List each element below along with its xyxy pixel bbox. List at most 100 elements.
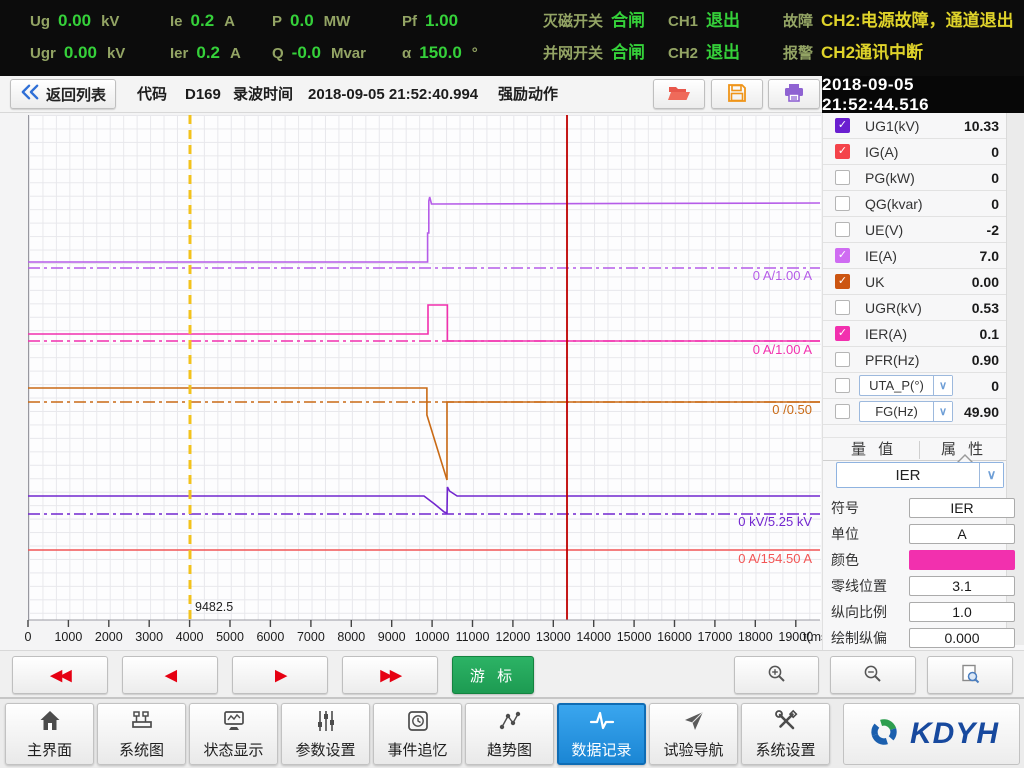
x-axis-tick-label: 5000 (216, 630, 244, 644)
trace-IE (28, 197, 820, 262)
signal-name-dropdown[interactable]: FG(Hz)∨ (859, 401, 953, 422)
signal-checkbox[interactable]: ✓ (835, 118, 850, 133)
property-input[interactable]: 3.1 (909, 576, 1015, 596)
nav-button-3[interactable]: 状态显示 (189, 703, 278, 765)
nav-button-label: 系统设置 (755, 739, 815, 760)
app-window: Ug0.00kVUgr0.00kVIe0.2AIer0.2AP0.0MWQ-0.… (0, 0, 1024, 768)
nav-button-5[interactable]: 事件追忆 (373, 703, 462, 765)
x-axis-tick-label: 6000 (256, 630, 284, 644)
record-time-value: 2018-09-05 21:52:40.994 (308, 76, 478, 113)
nav-button-1[interactable]: 主界面 (5, 703, 94, 765)
cursor-value-label: 9482.5 (195, 600, 233, 614)
topbar-group-meas-1: Ie0.2AIer0.2A (170, 8, 241, 66)
step-back-button[interactable]: ◀ (122, 656, 218, 694)
signal-row-uk: ✓UK0.00 (823, 269, 1006, 295)
x-axis-tick-label: 2000 (95, 630, 123, 644)
signal-name: IE(A) (865, 243, 897, 269)
property-input[interactable]: IER (909, 498, 1015, 518)
signal-checkbox[interactable] (835, 404, 850, 419)
signal-selector-value: IER (837, 467, 979, 484)
cursor-toggle-button[interactable]: 游 标 (452, 656, 534, 694)
nav-button-2[interactable]: 系统图 (97, 703, 186, 765)
chevron-down-icon[interactable]: ∨ (933, 376, 952, 395)
signal-checkbox[interactable] (835, 378, 850, 393)
signal-row-ugrkv: UGR(kV)0.53 (823, 295, 1006, 321)
property-row: 零线位置3.1 (823, 573, 1006, 599)
print-button[interactable] (768, 79, 820, 109)
zoom-in-icon (767, 664, 787, 687)
topbar-measurement: Pf1.00 (402, 8, 478, 34)
nav-button-6[interactable]: 趋势图 (465, 703, 554, 765)
status-topbar: Ug0.00kVUgr0.00kVIe0.2AIer0.2AP0.0MWQ-0.… (0, 0, 1024, 76)
main-navbar: 主界面系统图状态显示参数设置事件追忆趋势图数据记录试验导航系统设置KDYH (0, 697, 1024, 768)
signal-row-iea: ✓IE(A)7.0 (823, 243, 1006, 269)
test-nav-icon (681, 709, 707, 736)
nav-button-label: 趋势图 (487, 739, 532, 760)
signal-value: -2 (987, 217, 999, 243)
signal-checkbox[interactable] (835, 300, 850, 315)
chevron-down-icon[interactable]: ∨ (933, 402, 952, 421)
rewind-button[interactable]: ◀◀ (12, 656, 108, 694)
signal-value: 0 (991, 165, 999, 191)
rewind-icon: ◀◀ (50, 666, 69, 684)
signal-checkbox[interactable] (835, 222, 850, 237)
signal-name: QG(kvar) (865, 191, 923, 217)
signal-name: FG(Hz) (860, 404, 933, 419)
chevron-down-icon[interactable]: ∨ (979, 463, 1003, 487)
topbar-measurement: 灭磁开关合闸 (543, 8, 655, 34)
signal-row-iga: ✓IG(A)0 (823, 139, 1006, 165)
signal-checkbox[interactable]: ✓ (835, 326, 850, 341)
record-time-label: 录波时间 (233, 76, 293, 113)
nav-button-4[interactable]: 参数设置 (281, 703, 370, 765)
save-button[interactable] (711, 79, 763, 109)
zoom-in-button[interactable] (734, 656, 819, 694)
preview-button[interactable] (927, 656, 1013, 694)
signal-checkbox[interactable] (835, 352, 850, 367)
x-axis-tick-label: 17000 (698, 630, 733, 644)
x-axis-tick-label: 11000 (456, 630, 490, 644)
signal-value: 0 (991, 373, 999, 399)
measurement-unit: MW (324, 9, 351, 35)
nav-button-8[interactable]: 试验导航 (649, 703, 738, 765)
nav-button-label: 状态显示 (203, 739, 263, 760)
signal-checkbox[interactable]: ✓ (835, 248, 850, 263)
measurement-value: 0.2 (191, 8, 215, 34)
signal-checkbox[interactable]: ✓ (835, 274, 850, 289)
nav-button-7[interactable]: 数据记录 (557, 703, 646, 765)
zoom-out-button[interactable] (830, 656, 916, 694)
chart-canvas: 0 A/1.00 A0 A/1.00 A0 /0.500 kV/5.25 kV0… (0, 113, 822, 650)
topbar-measurement: Ug0.00kV (30, 8, 125, 34)
tab-quantity[interactable]: 量 值 (851, 438, 897, 461)
property-input[interactable]: 1.0 (909, 602, 1015, 622)
color-swatch[interactable] (909, 550, 1015, 570)
scale-label-IG: 0 A/154.50 A (738, 551, 812, 566)
x-axis-tick-label: 3000 (135, 630, 163, 644)
signal-row-pfrhz: PFR(Hz)0.90 (823, 347, 1006, 373)
record-event-label: 强励动作 (498, 76, 558, 113)
signal-checkbox[interactable] (835, 170, 850, 185)
trend-chart-icon (497, 709, 523, 736)
back-to-list-button[interactable]: 返回列表 (10, 79, 116, 109)
fast-forward-button[interactable]: ▶▶ (342, 656, 438, 694)
x-axis-tick-label: 10000 (415, 630, 450, 644)
nav-button-label: 数据记录 (571, 739, 631, 760)
nav-button-9[interactable]: 系统设置 (741, 703, 830, 765)
signal-name-dropdown[interactable]: UTA_P(°)∨ (859, 375, 953, 396)
measurement-value: 0.2 (196, 40, 220, 66)
topbar-group-meas-3: Pf1.00α150.0° (402, 8, 478, 66)
property-input[interactable]: A (909, 524, 1015, 544)
x-axis-tick-label: 18000 (738, 630, 773, 644)
signal-selector-dropdown[interactable]: IER ∨ (836, 462, 1004, 488)
step-back-icon: ◀ (165, 666, 175, 684)
property-label: 颜色 (831, 547, 859, 573)
signal-checkbox[interactable] (835, 196, 850, 211)
nav-button-label: 事件追忆 (387, 739, 447, 760)
code-value: D169 (185, 76, 221, 113)
signal-name: IG(A) (865, 139, 898, 165)
signal-checkbox[interactable]: ✓ (835, 144, 850, 159)
x-axis-unit-label: t(ms) (803, 630, 822, 644)
open-file-button[interactable] (653, 79, 705, 109)
property-input[interactable]: 0.000 (909, 628, 1015, 648)
topbar-measurement: 并网开关合闸 (543, 40, 655, 66)
step-forward-button[interactable]: ▶ (232, 656, 328, 694)
